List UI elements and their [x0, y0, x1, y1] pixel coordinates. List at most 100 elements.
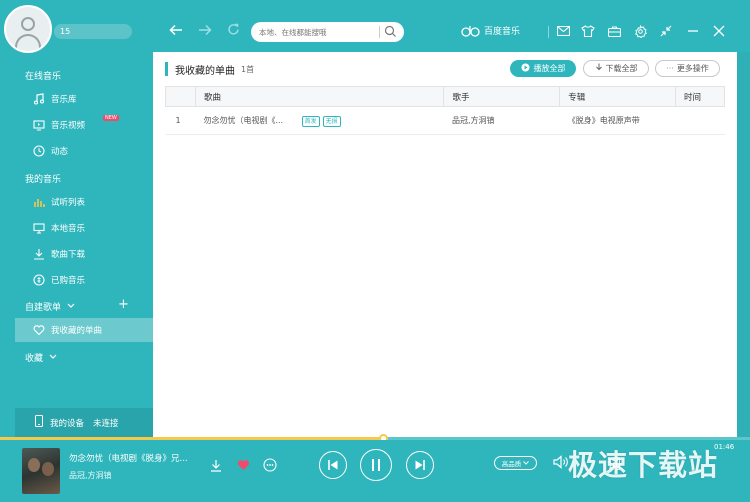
- section-my-music: 我的音乐: [25, 175, 62, 185]
- search-icon[interactable]: [384, 25, 397, 41]
- column-header-album[interactable]: 专辑: [559, 86, 677, 107]
- page-title: 我收藏的单曲 1首: [165, 62, 255, 77]
- close-icon[interactable]: [712, 24, 726, 38]
- quality-label: 高品质: [501, 460, 522, 468]
- new-badge: NEW: [103, 115, 119, 121]
- monitor-icon: [32, 222, 45, 235]
- next-button[interactable]: [406, 451, 434, 479]
- column-header-artist[interactable]: 歌手: [443, 86, 561, 107]
- play-all-label: 播放全部: [533, 64, 566, 73]
- sidebar-item-downloads[interactable]: 歌曲下载: [15, 242, 153, 266]
- table-header: 歌曲 歌手 专辑 时间: [165, 86, 725, 107]
- section-online-music: 在线音乐: [25, 72, 62, 82]
- music-note-icon: [32, 93, 45, 106]
- first-release-tag: 首发: [301, 115, 320, 127]
- quality-selector[interactable]: 高品质: [494, 456, 537, 470]
- more-actions-label: 更多操作: [676, 64, 709, 73]
- refresh-icon[interactable]: [227, 22, 240, 40]
- phone-icon: [35, 415, 43, 430]
- baidu-music-logo-icon: [461, 25, 481, 37]
- add-playlist-icon[interactable]: +: [118, 297, 129, 312]
- row-artist[interactable]: 品冠,方洞镇: [443, 106, 560, 135]
- volume-icon[interactable]: [553, 454, 569, 470]
- sidebar-item-music-video[interactable]: 音乐视频 NEW: [15, 113, 153, 137]
- heart-icon[interactable]: [235, 457, 251, 473]
- row-index: 1: [165, 106, 196, 135]
- skin-icon[interactable]: [581, 24, 595, 38]
- section-favorites[interactable]: 收藏: [25, 351, 57, 364]
- section-self-playlists-label: 自建歌单: [25, 303, 62, 313]
- song-count: 1首: [241, 64, 255, 74]
- sidebar-item-purchased[interactable]: 已购音乐: [15, 268, 153, 292]
- search-input[interactable]: [259, 25, 377, 39]
- row-album[interactable]: 《脱身》电视原声带: [559, 106, 676, 135]
- coin-icon: [32, 274, 45, 287]
- search-box: [251, 22, 404, 42]
- now-playing-artist[interactable]: 品冠,方洞镇: [69, 470, 112, 481]
- page-title-text: 我收藏的单曲: [175, 65, 235, 77]
- download-icon[interactable]: [208, 457, 224, 473]
- play-all-button[interactable]: 播放全部: [510, 60, 576, 77]
- minimize-icon[interactable]: [686, 24, 700, 38]
- column-header-index: [165, 86, 196, 107]
- album-cover[interactable]: [22, 448, 60, 494]
- brand-name: 百度音乐: [484, 27, 521, 37]
- sidebar-item-trial-list[interactable]: 试听列表: [15, 190, 153, 214]
- row-song[interactable]: 勿念勿忧（电视剧《... 首发 无损: [195, 106, 444, 135]
- avatar[interactable]: [4, 5, 52, 53]
- heart-icon: [32, 324, 45, 337]
- column-header-time[interactable]: 时间: [675, 86, 725, 107]
- song-title: 勿念勿忧（电视剧《...: [203, 115, 284, 125]
- mini-mode-icon[interactable]: [659, 24, 673, 38]
- player-bar: 01:46 勿念勿忧（电视剧《脱身》兄... 品冠,方洞镇 高品质 词 极速下载…: [0, 440, 750, 502]
- table-row[interactable]: 1 勿念勿忧（电视剧《... 首发 无损 品冠,方洞镇 《脱身》电视原声带: [165, 106, 725, 135]
- more-actions-button[interactable]: ··· 更多操作: [655, 60, 720, 77]
- play-icon: [521, 63, 530, 74]
- username[interactable]: 15: [54, 24, 132, 39]
- sidebar-item-activity[interactable]: 动态: [15, 139, 153, 163]
- sidebar-item-label: 我收藏的单曲: [51, 326, 103, 336]
- sidebar-item-label: 已购音乐: [51, 276, 86, 286]
- now-playing-title[interactable]: 勿念勿忧（电视剧《脱身》兄...: [69, 452, 199, 464]
- sidebar-item-label: 歌曲下载: [51, 250, 86, 260]
- top-bar: 百度音乐: [153, 0, 750, 52]
- chevron-down-icon: [67, 302, 75, 312]
- device-label: 我的设备: [50, 418, 85, 429]
- sidebar-item-label: 试听列表: [51, 198, 86, 208]
- section-self-playlists[interactable]: 自建歌单: [25, 300, 75, 313]
- watermark-text: 极速下载站: [568, 448, 719, 482]
- sidebar-item-favorite-songs[interactable]: 我收藏的单曲: [15, 318, 153, 342]
- more-icon[interactable]: [262, 457, 278, 473]
- brand[interactable]: 百度音乐: [461, 24, 520, 37]
- download-icon: [595, 63, 603, 74]
- download-icon: [32, 248, 45, 261]
- device-status: 未连接: [93, 418, 119, 429]
- download-all-button[interactable]: 下载全部: [583, 60, 649, 77]
- toolbox-icon[interactable]: [607, 24, 621, 38]
- lossless-tag: 无损: [322, 115, 341, 127]
- section-favorites-label: 收藏: [25, 354, 44, 364]
- sidebar-item-label: 本地音乐: [51, 224, 86, 234]
- device-bar[interactable]: 我的设备 未连接: [15, 408, 153, 437]
- sidebar-item-label: 音乐库: [51, 95, 77, 105]
- settings-icon[interactable]: [633, 24, 647, 38]
- sidebar: 15 在线音乐 音乐库 音乐视频 NEW 动态 我的音乐 试听列表 本地音乐 歌…: [0, 0, 153, 437]
- tv-icon: [32, 119, 45, 132]
- more-icon: ···: [666, 64, 674, 73]
- column-header-song[interactable]: 歌曲: [194, 86, 445, 107]
- bars-icon: [32, 196, 45, 209]
- sidebar-item-label: 音乐视频: [51, 121, 86, 131]
- sidebar-item-music-library[interactable]: 音乐库: [15, 87, 153, 111]
- clock-icon: [32, 145, 45, 158]
- main-panel: 我收藏的单曲 1首 播放全部 下载全部 ··· 更多操作 歌曲 歌手 专辑 时间…: [153, 52, 737, 437]
- mail-icon[interactable]: [556, 24, 570, 38]
- song-table: 歌曲 歌手 专辑 时间 1 勿念勿忧（电视剧《... 首发 无损 品冠,方洞镇 《…: [165, 86, 725, 135]
- sidebar-item-local-music[interactable]: 本地音乐: [15, 216, 153, 240]
- chevron-down-icon: [49, 353, 57, 363]
- back-icon[interactable]: [169, 22, 183, 40]
- download-all-label: 下载全部: [605, 64, 638, 73]
- forward-icon[interactable]: [198, 22, 212, 40]
- previous-button[interactable]: [319, 451, 347, 479]
- pause-button[interactable]: [360, 449, 392, 481]
- sidebar-item-label: 动态: [51, 147, 69, 157]
